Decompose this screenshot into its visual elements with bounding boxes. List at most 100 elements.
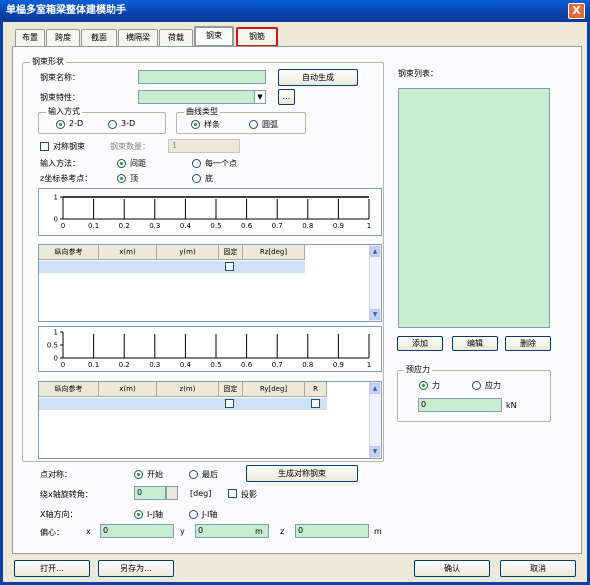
symmetric-tendon-label: 对称钢束 bbox=[53, 142, 85, 151]
input-method-each-point-radio[interactable] bbox=[192, 159, 201, 168]
table1-header[interactable]: y(m) bbox=[157, 245, 219, 260]
cancel-button[interactable]: 取消 bbox=[500, 560, 576, 577]
table-row[interactable] bbox=[39, 261, 305, 273]
scroll-up-icon[interactable]: ▲ bbox=[370, 246, 380, 257]
y-tick-label: 1 bbox=[54, 329, 58, 337]
auto-generate-button[interactable]: 自动生成 bbox=[278, 69, 358, 86]
prestress-input[interactable]: 0 bbox=[418, 398, 502, 412]
input-method-each-point-label: 每一个点 bbox=[205, 159, 237, 168]
generate-symmetric-button[interactable]: 生成对称钢束 bbox=[246, 465, 358, 482]
plan-view-chart-svg: 0 0.1 0.2 0.3 0.4 0.5 0.6 0.7 0.8 0.9 1 1 0 bbox=[54, 194, 372, 231]
delete-button[interactable]: 删除 bbox=[505, 336, 551, 351]
tendon-property-label: 钢束特性： bbox=[40, 93, 80, 102]
tab-tendon[interactable]: 钢束 bbox=[194, 26, 234, 47]
tendon-list[interactable] bbox=[398, 88, 550, 328]
tendon-count-label: 钢束数量： bbox=[110, 142, 150, 151]
table2-header[interactable]: x(m) bbox=[99, 382, 157, 397]
z-reference-top-radio[interactable] bbox=[117, 174, 126, 183]
xdir-ij-radio[interactable] bbox=[134, 510, 143, 519]
prestress-force-radio[interactable] bbox=[419, 381, 428, 390]
offset-label: 偏心： bbox=[40, 528, 64, 537]
offset-x-label: x bbox=[86, 527, 91, 536]
elevation-view-chart-svg: 0 0.1 0.2 0.3 0.4 0.5 0.6 0.7 0.8 0.9 1 1 0.5 0 bbox=[47, 329, 371, 370]
xdir-ij-label: I-J轴 bbox=[147, 510, 164, 519]
save-as-button[interactable]: 另存为... bbox=[98, 560, 174, 577]
input-method-spacing-radio[interactable] bbox=[117, 159, 126, 168]
curve-arc-radio[interactable] bbox=[249, 120, 258, 129]
y-tick-label: 0.5 bbox=[47, 342, 58, 350]
property-browse-button[interactable]: ... bbox=[278, 89, 295, 105]
curve-arc-label: 圆弧 bbox=[262, 120, 278, 129]
scroll-down-icon[interactable]: ▼ bbox=[370, 446, 380, 457]
table2-header[interactable]: 固定 bbox=[219, 382, 243, 397]
prestress-stress-radio[interactable] bbox=[472, 381, 481, 390]
prestress-group bbox=[397, 370, 551, 422]
tab-rebar[interactable]: 钢筋 bbox=[236, 27, 278, 47]
offset-z-input[interactable]: 0 bbox=[295, 524, 369, 538]
tab-span[interactable]: 跨度 bbox=[46, 29, 80, 46]
table1-header[interactable]: 固定 bbox=[219, 245, 243, 260]
x-tick-label: 0.9 bbox=[333, 361, 344, 369]
tendon-count-spinner[interactable]: 1 bbox=[168, 139, 240, 153]
add-button[interactable]: 添加 bbox=[397, 336, 443, 351]
projection-label: 投影 bbox=[241, 490, 257, 499]
rotation-spinner[interactable] bbox=[166, 486, 178, 500]
elevation-point-table[interactable]: 纵向参考 x(m) z(m) 固定 Ry[deg] R ▲ ▼ bbox=[38, 381, 382, 459]
rotation-unit: [deg] bbox=[190, 489, 212, 498]
x-tick-label: 0.2 bbox=[119, 361, 130, 369]
offset-x-input[interactable]: 0 bbox=[100, 524, 174, 538]
tendon-name-input[interactable] bbox=[138, 70, 266, 84]
table2-r-checkbox[interactable] bbox=[311, 399, 320, 408]
tendon-property-select[interactable] bbox=[138, 90, 266, 104]
input-mode-3d-radio[interactable] bbox=[108, 120, 117, 129]
elevation-view-chart: 0 0.1 0.2 0.3 0.4 0.5 0.6 0.7 0.8 0.9 1 1 0.5 0 bbox=[38, 326, 382, 372]
x-tick-label: 0.9 bbox=[333, 222, 344, 230]
edit-button[interactable]: 编辑 bbox=[452, 336, 498, 351]
input-mode-2d-radio[interactable] bbox=[56, 120, 65, 129]
table2-header[interactable]: z(m) bbox=[157, 382, 219, 397]
offset-z-unit: m bbox=[374, 527, 382, 536]
chevron-down-icon[interactable]: ▼ bbox=[254, 91, 265, 103]
plan-view-chart: 0 0.1 0.2 0.3 0.4 0.5 0.6 0.7 0.8 0.9 1 1 0 bbox=[38, 188, 382, 236]
table2-header[interactable]: R bbox=[305, 382, 327, 397]
curve-type-title: 曲线类型 bbox=[184, 106, 220, 117]
x-tick-label: 0.5 bbox=[210, 361, 221, 369]
close-button[interactable]: X bbox=[568, 3, 585, 19]
symmetry-start-radio[interactable] bbox=[134, 470, 143, 479]
tendon-name-label: 钢束名称： bbox=[40, 73, 80, 82]
z-reference-bottom-radio[interactable] bbox=[192, 174, 201, 183]
scroll-up-icon[interactable]: ▲ bbox=[370, 383, 380, 394]
prestress-force-label: 力 bbox=[432, 381, 440, 390]
symmetry-end-radio[interactable] bbox=[189, 470, 198, 479]
x-tick-label: 0.8 bbox=[302, 361, 313, 369]
curve-spline-radio[interactable] bbox=[191, 120, 200, 129]
rotation-input[interactable]: 0 bbox=[134, 486, 166, 500]
table1-header[interactable]: x(m) bbox=[99, 245, 157, 260]
ok-button[interactable]: 确认 bbox=[414, 560, 490, 577]
table-row[interactable] bbox=[39, 398, 327, 410]
tab-section[interactable]: 截面 bbox=[81, 29, 117, 46]
z-reference-label: z坐标参考点： bbox=[40, 174, 93, 183]
x-tick-label: 0.2 bbox=[119, 222, 130, 230]
tab-load[interactable]: 荷载 bbox=[159, 29, 193, 46]
x-tick-label: 0.1 bbox=[88, 361, 99, 369]
table1-header[interactable]: Rz[deg] bbox=[243, 245, 305, 260]
scroll-down-icon[interactable]: ▼ bbox=[370, 309, 380, 320]
tab-diaphragm[interactable]: 横隔梁 bbox=[118, 29, 158, 46]
y-tick-label: 0 bbox=[54, 216, 58, 224]
symmetric-tendon-checkbox[interactable] bbox=[40, 142, 49, 151]
x-tick-label: 0 bbox=[61, 361, 65, 369]
table1-header[interactable]: 纵向参考 bbox=[39, 245, 99, 260]
projection-checkbox[interactable] bbox=[228, 489, 237, 498]
table1-fixed-checkbox[interactable] bbox=[225, 262, 234, 271]
x-tick-label: 0.3 bbox=[149, 361, 160, 369]
table2-header[interactable]: 纵向参考 bbox=[39, 382, 99, 397]
prestress-stress-label: 应力 bbox=[485, 381, 501, 390]
xdir-ji-radio[interactable] bbox=[189, 510, 198, 519]
tab-layout[interactable]: 布置 bbox=[15, 29, 45, 46]
plan-point-table[interactable]: 纵向参考 x(m) y(m) 固定 Rz[deg] ▲ ▼ bbox=[38, 244, 382, 322]
open-button[interactable]: 打开... bbox=[14, 560, 90, 577]
table2-header[interactable]: Ry[deg] bbox=[243, 382, 305, 397]
table2-fixed-checkbox[interactable] bbox=[225, 399, 234, 408]
x-tick-label: 0 bbox=[61, 222, 65, 230]
